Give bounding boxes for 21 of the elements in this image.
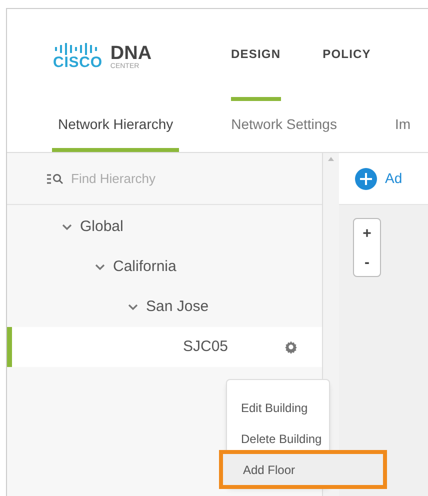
- menu-item[interactable]: Delete Building: [227, 423, 329, 454]
- nav-tab[interactable]: DESIGN: [231, 9, 281, 101]
- add-icon[interactable]: [355, 168, 377, 190]
- tree-item[interactable]: San Jose: [7, 287, 322, 327]
- tree-item[interactable]: SJC05: [7, 327, 322, 367]
- menu-item[interactable]: Edit Building: [227, 392, 329, 423]
- chevron-down-icon[interactable]: [62, 224, 72, 230]
- search-field[interactable]: Find Hierarchy: [71, 168, 271, 188]
- chevron-down-icon[interactable]: [128, 304, 138, 310]
- zoom-in-button[interactable]: +: [354, 219, 380, 248]
- gear-icon[interactable]: [284, 340, 298, 354]
- chevron-down-icon[interactable]: [95, 264, 105, 270]
- tree-item[interactable]: Global: [7, 207, 322, 247]
- nav-tab[interactable]: POLICY: [322, 9, 371, 101]
- menu-item[interactable]: Add Floor: [223, 454, 383, 485]
- subtab[interactable]: Im: [388, 101, 417, 152]
- add-button[interactable]: Ad: [385, 168, 402, 189]
- search-icon: [47, 172, 63, 184]
- zoom-out-button[interactable]: -: [354, 248, 380, 276]
- subtab[interactable]: Network Settings: [225, 101, 343, 152]
- tree-item[interactable]: California: [7, 247, 322, 287]
